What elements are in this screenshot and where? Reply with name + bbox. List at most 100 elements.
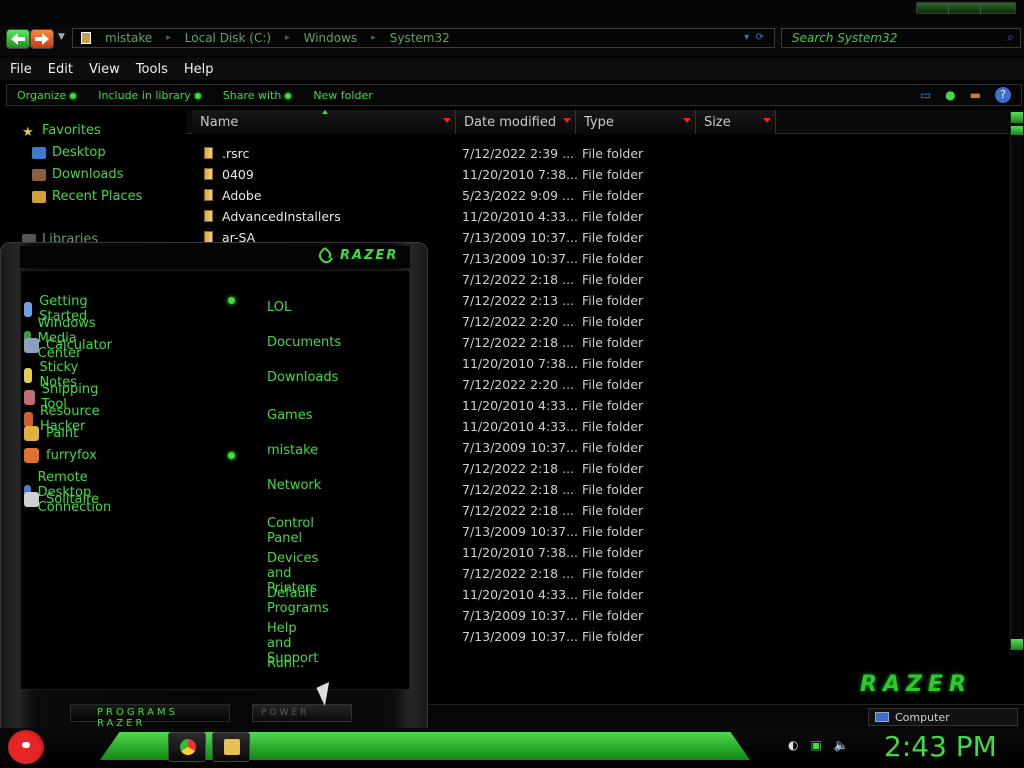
start-menu-place-item[interactable]: Default Programs (267, 586, 329, 616)
menu-file[interactable]: File (10, 62, 32, 77)
file-type: File folder (582, 314, 644, 329)
tray-expand-icon[interactable]: ◐ (788, 738, 798, 752)
command-bar-icons: ▭ ● ▬ ? (906, 87, 1011, 103)
table-row[interactable]: AdvancedInstallers 11/20/2010 4:33... File… (186, 206, 1008, 227)
preview-pane-icon[interactable]: ▬ (970, 88, 981, 102)
address-bar[interactable]: mistake ▸ Local Disk (C:) ▸ Windows ▸ Sy… (72, 28, 775, 48)
forward-button[interactable] (30, 29, 54, 49)
dropdown-dot-icon (194, 92, 201, 99)
file-date: 11/20/2010 4:33... (462, 587, 579, 602)
start-menu-program-item[interactable]: Calculator (24, 338, 112, 353)
program-label: furryfox (46, 448, 97, 463)
breadcrumb-item[interactable]: Windows (304, 31, 358, 45)
nav-item-label: Downloads (52, 167, 124, 182)
start-menu-place-item[interactable]: mistake (267, 443, 318, 458)
start-menu-place-item[interactable]: Control Panel (267, 516, 314, 546)
back-button[interactable] (6, 29, 30, 49)
all-programs-button[interactable]: PROGRAMS RAZER (70, 704, 230, 729)
start-menu-brand: RAZER (340, 248, 399, 263)
breadcrumb-item[interactable]: System32 (390, 31, 450, 45)
network-icon[interactable]: ▣ (810, 738, 821, 752)
start-menu-program-item[interactable]: Solitaire (24, 492, 99, 507)
bird-eye (22, 742, 30, 748)
chrome-icon (180, 739, 196, 755)
scroll-up-button[interactable] (1011, 112, 1023, 123)
file-date: 11/20/2010 7:38... (462, 356, 579, 371)
start-menu-place-item[interactable]: Downloads (267, 370, 338, 385)
column-dropdown-icon[interactable] (443, 118, 451, 123)
program-icon (24, 389, 35, 405)
table-row[interactable]: Adobe 5/23/2022 9:09 ... File folder (186, 185, 1008, 206)
column-dropdown-icon[interactable] (763, 118, 771, 123)
menu-edit[interactable]: Edit (48, 62, 73, 77)
start-menu-place-item[interactable]: Run... (267, 656, 304, 671)
submenu-arrow-icon[interactable] (228, 297, 235, 304)
file-date: 7/12/2022 2:13 ... (462, 293, 575, 308)
program-icon (24, 426, 39, 441)
nav-item-downloads[interactable]: Downloads (32, 167, 123, 182)
column-header-size[interactable]: Size (696, 110, 776, 134)
volume-icon[interactable]: 🔈 (834, 738, 849, 752)
folder-icon (81, 32, 91, 44)
menu-help[interactable]: Help (184, 62, 214, 77)
start-menu-program-item[interactable]: furryfox (24, 448, 97, 463)
table-row[interactable]: 0409 11/20/2010 7:38... File folder (186, 164, 1008, 185)
folder-icon (204, 147, 213, 159)
start-menu-place-item[interactable]: Games (267, 408, 312, 423)
submenu-arrow-icon[interactable] (228, 452, 235, 459)
include-label: Include in library (98, 88, 191, 102)
help-icon[interactable]: ? (995, 87, 1011, 103)
nav-favorites-label: Favorites (42, 123, 101, 138)
table-row[interactable]: .rsrc 7/12/2022 2:39 ... File folder (186, 143, 1008, 164)
search-input[interactable]: Search System32 ⌕ (781, 28, 1021, 48)
start-menu-program-item[interactable]: Paint (24, 426, 78, 441)
file-type: File folder (582, 545, 644, 560)
column-header-type[interactable]: Type (576, 110, 696, 134)
file-type: File folder (582, 503, 644, 518)
view-dropdown-dot-icon[interactable]: ● (945, 88, 955, 102)
taskbar-explorer-button[interactable] (212, 732, 250, 762)
nav-favorites[interactable]: ★ Favorites (22, 123, 101, 140)
new-folder-button[interactable]: New folder (313, 89, 372, 102)
chevron-right-icon[interactable]: ▸ (285, 33, 290, 43)
nav-item-desktop[interactable]: Desktop (32, 145, 106, 160)
file-type: File folder (582, 377, 644, 392)
file-type: File folder (582, 608, 644, 623)
search-icon[interactable]: ⌕ (1007, 30, 1014, 45)
file-type: File folder (582, 293, 644, 308)
chevron-right-icon[interactable]: ▸ (371, 33, 376, 43)
file-date: 7/13/2009 10:37... (462, 629, 579, 644)
file-date: 7/13/2009 10:37... (462, 524, 579, 539)
share-with-button[interactable]: Share with (223, 89, 292, 102)
recent-pages-chevron-icon[interactable]: ▼ (58, 32, 65, 42)
scroll-down-button[interactable] (1011, 639, 1023, 650)
vertical-scrollbar[interactable] (1010, 110, 1023, 655)
star-icon: ★ (22, 124, 34, 140)
start-menu-place-item[interactable]: LOL (267, 300, 291, 315)
file-type: File folder (582, 251, 644, 266)
include-in-library-button[interactable]: Include in library (98, 88, 201, 102)
window-caption-buttons[interactable] (916, 2, 1016, 14)
start-menu-place-item[interactable]: Documents (267, 335, 341, 350)
refresh-icon[interactable]: ▾ ⟳ (744, 32, 764, 43)
program-label: Paint (46, 426, 79, 441)
start-menu-place-item[interactable]: Network (267, 478, 321, 493)
taskbar-chrome-button[interactable] (168, 732, 206, 762)
menu-tools[interactable]: Tools (136, 62, 168, 77)
arrow-left-icon (11, 33, 25, 45)
column-header-date[interactable]: Date modified (456, 110, 576, 134)
organize-button[interactable]: Organize (17, 89, 77, 102)
scroll-thumb[interactable] (1011, 126, 1023, 135)
start-button-angry-bird-icon[interactable] (8, 730, 44, 764)
taskbar-clock[interactable]: 2:43 PM (884, 730, 997, 763)
nav-item-recent-places[interactable]: Recent Places (32, 189, 142, 204)
file-date: 7/12/2022 2:18 ... (462, 566, 575, 581)
menu-view[interactable]: View (89, 62, 120, 77)
column-dropdown-icon[interactable] (563, 118, 571, 123)
column-dropdown-icon[interactable] (683, 118, 691, 123)
breadcrumb-item[interactable]: mistake (105, 31, 152, 45)
power-button[interactable]: POWER (252, 704, 352, 722)
chevron-right-icon[interactable]: ▸ (166, 33, 171, 43)
view-options-icon[interactable]: ▭ (920, 88, 931, 102)
breadcrumb-item[interactable]: Local Disk (C:) (185, 31, 271, 45)
